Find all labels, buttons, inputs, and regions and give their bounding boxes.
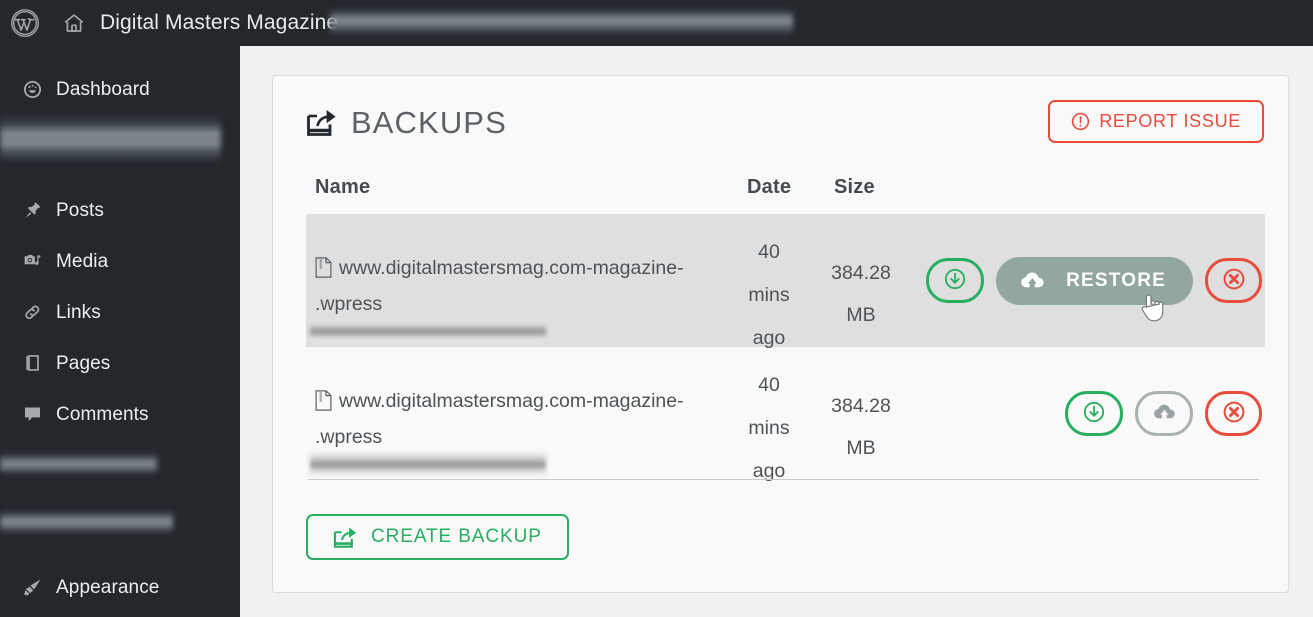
backup-name-cell: www.digitalmastersmag.com-magazine- .wpr…: [310, 250, 735, 342]
backup-name-text: www.digitalmastersmag.com-magazine-: [339, 390, 684, 412]
close-x-circle-icon: [1221, 266, 1247, 295]
table-row[interactable]: www.digitalmastersmag.com-magazine- .wpr…: [306, 214, 1265, 349]
site-title[interactable]: Digital Masters Magazine: [98, 11, 338, 35]
table-header-row: Name Date Size: [306, 176, 1265, 214]
admin-sidebar: Dashboard Posts Media Links Pages Commen…: [0, 46, 240, 617]
table-row[interactable]: www.digitalmastersmag.com-magazine- .wpr…: [306, 347, 1265, 482]
redacted-sidebar-item-2: [0, 451, 157, 475]
column-header-name: Name: [315, 176, 371, 198]
create-backup-button[interactable]: CREATE BACKUP: [306, 514, 569, 560]
backup-date-cell: 40 mins ago: [748, 374, 790, 482]
sidebar-item-posts[interactable]: Posts: [0, 185, 240, 236]
redacted-adminbar-item: [330, 8, 793, 36]
download-circle-icon: [1081, 399, 1107, 428]
redacted-backup-name: [310, 453, 546, 475]
sidebar-item-label: Pages: [56, 352, 111, 374]
backups-table: Name Date Size www.digitalmastersmag.com…: [306, 176, 1265, 482]
home-icon[interactable]: [50, 0, 98, 46]
wordpress-logo-icon[interactable]: [0, 0, 50, 46]
backup-name-cell: www.digitalmastersmag.com-magazine- .wpr…: [310, 383, 735, 475]
restore-backup-button[interactable]: RESTORE: [996, 256, 1193, 305]
column-header-size: Size: [834, 176, 875, 198]
backup-size-cell: 384.28 MB: [831, 395, 891, 459]
sidebar-item-comments[interactable]: Comments: [0, 389, 240, 440]
backup-name-suffix: .wpress: [315, 426, 383, 448]
zip-file-icon: [315, 254, 332, 278]
page-title: BACKUPS: [306, 105, 507, 141]
sidebar-item-label: Posts: [56, 199, 105, 221]
create-backup-label: CREATE BACKUP: [371, 526, 542, 547]
sidebar-item-appearance[interactable]: Appearance: [0, 562, 240, 613]
cloud-upload-icon: [1019, 270, 1046, 292]
admin-bar: Digital Masters Magazine: [0, 0, 1313, 46]
restore-label: RESTORE: [1066, 269, 1166, 291]
panel-header: BACKUPS REPORT ISSUE: [306, 100, 1264, 154]
download-backup-button[interactable]: [1065, 391, 1123, 436]
sidebar-item-label: Links: [56, 301, 101, 323]
paintbrush-icon: [22, 577, 56, 598]
link-chain-icon: [22, 302, 56, 323]
delete-backup-button[interactable]: [1205, 258, 1262, 303]
media-camera-music-icon: [22, 251, 56, 272]
backup-name-text: www.digitalmastersmag.com-magazine-: [339, 257, 684, 279]
pin-icon: [22, 200, 56, 221]
download-circle-icon: [942, 266, 968, 295]
backup-name-suffix: .wpress: [315, 293, 383, 315]
zip-file-icon: [315, 387, 332, 411]
redacted-sidebar-item-3: [0, 508, 173, 534]
report-issue-button[interactable]: REPORT ISSUE: [1048, 100, 1264, 143]
content-area: BACKUPS REPORT ISSUE Name Date Size www.…: [240, 46, 1313, 617]
share-export-icon: [333, 526, 358, 548]
dashboard-gauge-icon: [22, 79, 56, 100]
report-issue-label: REPORT ISSUE: [1099, 111, 1241, 131]
sidebar-item-label: Dashboard: [56, 78, 150, 100]
sidebar-item-media[interactable]: Media: [0, 236, 240, 287]
screen: Digital Masters Magazine Dashboard Posts…: [0, 0, 1313, 617]
cloud-upload-icon: [1152, 402, 1177, 426]
page-title-text: BACKUPS: [351, 105, 507, 140]
redacted-sidebar-item-1: [0, 112, 221, 162]
sidebar-item-dashboard[interactable]: Dashboard: [0, 64, 240, 115]
backup-date-cell: 40 mins ago: [748, 241, 790, 349]
sidebar-item-label: Appearance: [56, 576, 160, 598]
sidebar-item-pages[interactable]: Pages: [0, 338, 240, 389]
backups-panel: BACKUPS REPORT ISSUE Name Date Size www.…: [272, 75, 1289, 593]
close-x-circle-icon: [1221, 399, 1247, 428]
sidebar-item-label: Comments: [56, 403, 149, 425]
row-actions: RESTORE: [926, 214, 1262, 347]
exclamation-circle-icon: [1071, 112, 1090, 131]
backup-size-cell: 384.28 MB: [831, 262, 891, 326]
download-backup-button[interactable]: [926, 258, 985, 303]
row-actions: [1065, 347, 1262, 480]
sidebar-item-label: Media: [56, 250, 109, 272]
column-header-date: Date: [747, 176, 792, 198]
redacted-backup-name: [310, 320, 546, 342]
restore-backup-button[interactable]: [1135, 391, 1193, 436]
share-export-icon: [306, 108, 338, 138]
pages-document-icon: [22, 353, 56, 374]
sidebar-item-links[interactable]: Links: [0, 287, 240, 338]
delete-backup-button[interactable]: [1205, 391, 1262, 436]
comment-bubble-icon: [22, 404, 56, 425]
